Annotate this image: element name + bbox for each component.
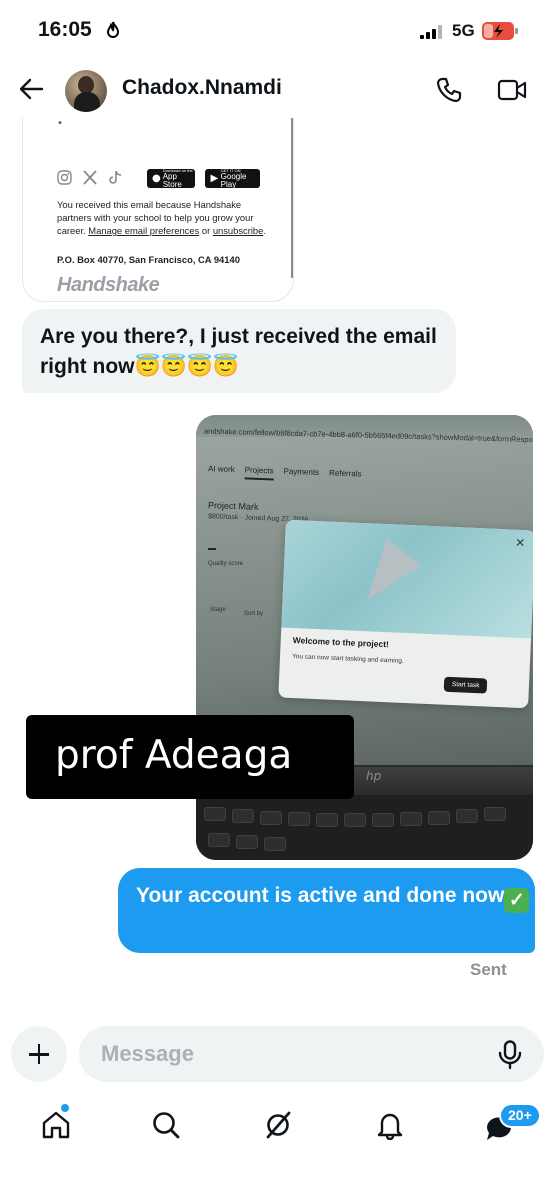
home-icon[interactable] [41,1110,71,1140]
unsubscribe-link[interactable]: unsubscribe [213,225,264,236]
phone-call-icon[interactable] [435,76,463,104]
laptop-screen: andshake.com/fellow/b6f8cda7-cb7e-4bb8-a… [196,415,533,765]
bell-icon[interactable] [375,1110,405,1140]
project-title: Project Mark [207,500,259,512]
messages-count-badge: 20+ [499,1103,541,1128]
conversation-header: Chadox.Nnamdi [0,62,555,118]
email-footer-text: You received this email because Handshak… [57,199,266,236]
email-screenshot-attachment[interactable]: • ● Download on the App Store ▶ GET IT ON… [22,118,294,302]
sent-message-text: Your account is active and done now ✓ [136,881,531,913]
back-arrow-icon[interactable] [18,76,44,102]
hotspot-icon [106,21,120,38]
hp-logo: hp [366,769,382,783]
instagram-icon [57,170,72,185]
laptop-keyboard [196,795,533,860]
play-triangle-icon: ▶ [210,173,219,184]
sent-message-bubble[interactable]: Your account is active and done now ✓ [118,868,535,953]
start-task-button: Start task [443,676,488,694]
close-icon: ✕ [514,535,526,551]
tiktok-icon [109,170,122,184]
received-message-bubble[interactable]: Are you there?, I just received the emai… [22,309,456,393]
handshake-tabs: AI work Projects Payments Referrals [207,464,362,481]
signal-icon [420,25,442,39]
app-store-badge[interactable]: ● Download on the App Store [147,168,195,188]
stage-filter: Stage [210,607,226,613]
watermark-label: prof Adeaga [26,715,354,799]
welcome-modal: ✕ Welcome to the project! You can now st… [278,519,533,709]
battery-icon [482,22,518,40]
check-mark-emoji: ✓ [504,888,530,913]
email-postal-address: P.O. Box 40770, San Francisco, CA 94140 [57,254,240,265]
bottom-navigation [0,1100,555,1200]
modal-title: Welcome to the project! [292,635,390,650]
video-call-icon[interactable] [497,78,527,102]
manage-preferences-link[interactable]: Manage email preferences [88,225,199,236]
microphone-icon[interactable] [498,1040,522,1070]
grok-icon[interactable] [263,1110,293,1140]
divider [291,118,293,278]
notification-dot [61,1104,69,1112]
received-message-text: Are you there?, I just received the emai… [40,325,437,378]
status-bar: 16:05 5G [0,0,555,62]
quality-score-label: Quality score [208,561,244,567]
watermark-text: prof Adeaga [55,733,293,778]
apple-icon: ● [151,173,161,184]
sent-status: Sent [470,960,507,979]
network-type: 5G [452,21,475,40]
status-time: 16:05 [38,18,92,41]
megaphone-illustration [281,519,533,639]
handshake-logo: Handshake [57,274,160,296]
modal-subtitle: You can now start tasking and earning. [291,653,404,665]
contact-avatar[interactable] [65,70,107,112]
search-icon[interactable] [151,1110,181,1140]
x-logo-icon [83,170,97,185]
sort-filter: Sort by [244,611,264,617]
message-input[interactable] [79,1026,544,1082]
add-attachment-button[interactable] [11,1026,67,1082]
contact-name[interactable]: Chadox.Nnamdi [122,76,282,100]
google-play-badge[interactable]: ▶ GET IT ON Google Play [205,168,260,188]
